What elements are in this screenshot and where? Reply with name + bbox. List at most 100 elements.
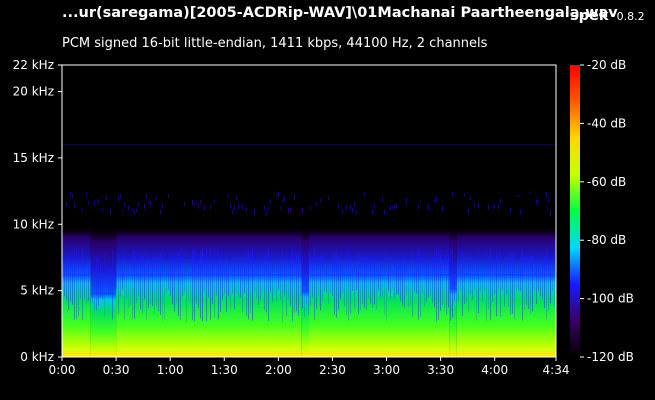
spectral-texture	[216, 265, 217, 296]
spectral-texture	[98, 258, 99, 307]
sparse-energy	[364, 192, 365, 197]
x-tick-label: 0:00	[49, 363, 76, 377]
spectral-texture	[508, 257, 509, 307]
sparse-energy	[192, 199, 193, 206]
spectral-texture	[236, 267, 237, 293]
sparse-energy	[264, 205, 265, 210]
spectral-texture	[546, 249, 547, 320]
spectral-texture	[542, 262, 543, 299]
spectral-texture	[256, 263, 257, 299]
spectral-texture	[196, 260, 197, 303]
sparse-energy	[204, 205, 205, 211]
spectral-texture	[124, 249, 125, 320]
spectral-texture	[270, 267, 271, 292]
spectral-texture	[200, 249, 201, 319]
sparse-energy	[134, 210, 135, 216]
spectral-texture	[412, 251, 413, 317]
spectral-texture	[540, 264, 541, 297]
spectral-texture	[554, 257, 555, 308]
sparse-energy	[110, 208, 111, 215]
spectral-texture	[394, 263, 395, 299]
spectral-texture	[116, 269, 117, 290]
spectrogram: 0:00 0:30 1:00 1:30 2:00 2:30 3:00 3:30 4:00 4:34…	[13, 58, 634, 377]
spectral-texture	[76, 249, 77, 320]
sparse-energy	[494, 203, 495, 209]
sparse-energy	[168, 194, 169, 198]
sparse-energy	[268, 207, 269, 210]
sparse-energy	[392, 206, 393, 209]
spectral-texture	[304, 251, 305, 317]
spectral-texture	[352, 268, 353, 291]
spectral-texture	[420, 250, 421, 318]
x-tick-label: 1:00	[157, 363, 184, 377]
sparse-energy	[120, 193, 121, 198]
db-tick-label: -60 dB	[587, 175, 626, 189]
sparse-energy	[74, 202, 75, 209]
spectral-texture	[398, 265, 399, 295]
sparse-energy	[316, 202, 317, 206]
sparse-energy	[290, 207, 291, 213]
spectral-texture	[188, 262, 189, 300]
spectral-texture	[184, 267, 185, 292]
spectral-texture	[296, 254, 297, 312]
spectral-texture	[174, 254, 175, 312]
sparse-energy	[346, 204, 347, 210]
spectral-texture	[332, 264, 333, 296]
spectral-texture	[140, 255, 141, 310]
spectral-texture	[132, 249, 133, 320]
spectral-texture	[272, 260, 273, 303]
sparse-energy	[102, 208, 103, 212]
sparse-energy	[328, 196, 329, 200]
spectral-texture	[284, 265, 285, 296]
sparse-energy	[350, 204, 351, 210]
spectral-texture	[246, 251, 247, 317]
spectral-texture	[370, 259, 371, 304]
spectral-texture	[290, 258, 291, 306]
spectral-texture	[162, 248, 163, 322]
spectral-texture	[480, 268, 481, 292]
sparse-energy	[194, 202, 195, 206]
spectral-texture	[66, 262, 67, 301]
spectral-texture	[264, 255, 265, 311]
sparse-energy	[546, 191, 547, 198]
sparse-energy	[156, 196, 157, 200]
spectral-texture	[108, 266, 109, 295]
sparse-energy	[82, 208, 83, 211]
spectral-texture	[154, 252, 155, 315]
sparse-energy	[342, 209, 343, 214]
spectral-texture	[382, 263, 383, 299]
spectral-texture	[510, 252, 511, 315]
spectral-texture	[214, 250, 215, 319]
y-tick-label: 20 kHz	[13, 85, 54, 99]
spectral-texture	[86, 260, 87, 304]
x-tick-label: 1:30	[211, 363, 238, 377]
spectral-texture	[532, 254, 533, 312]
y-tick-label: 0 kHz	[20, 350, 54, 364]
spectral-texture	[476, 248, 477, 321]
spectral-texture	[528, 256, 529, 309]
spectral-texture	[208, 264, 209, 298]
spectral-texture	[346, 252, 347, 315]
sparse-energy	[254, 208, 255, 215]
spectral-texture	[374, 259, 375, 305]
spectral-texture	[240, 264, 241, 298]
spectral-texture	[334, 252, 335, 315]
spectral-texture	[182, 264, 183, 297]
spectral-texture	[190, 260, 191, 304]
spectral-texture	[122, 269, 123, 290]
spectral-texture	[88, 261, 89, 301]
spectral-texture	[380, 264, 381, 298]
spectral-texture	[84, 263, 85, 299]
spectral-texture	[454, 261, 455, 302]
spectral-texture	[326, 267, 327, 293]
sparse-energy	[442, 206, 443, 211]
sparse-energy	[72, 193, 73, 198]
sparse-energy	[148, 200, 149, 204]
sparse-energy	[228, 194, 229, 198]
spectral-texture	[522, 248, 523, 321]
sparse-energy	[550, 210, 551, 216]
sparse-energy	[354, 202, 355, 207]
spectral-texture	[176, 260, 177, 304]
spectral-texture	[72, 259, 73, 305]
spectral-texture	[220, 254, 221, 312]
